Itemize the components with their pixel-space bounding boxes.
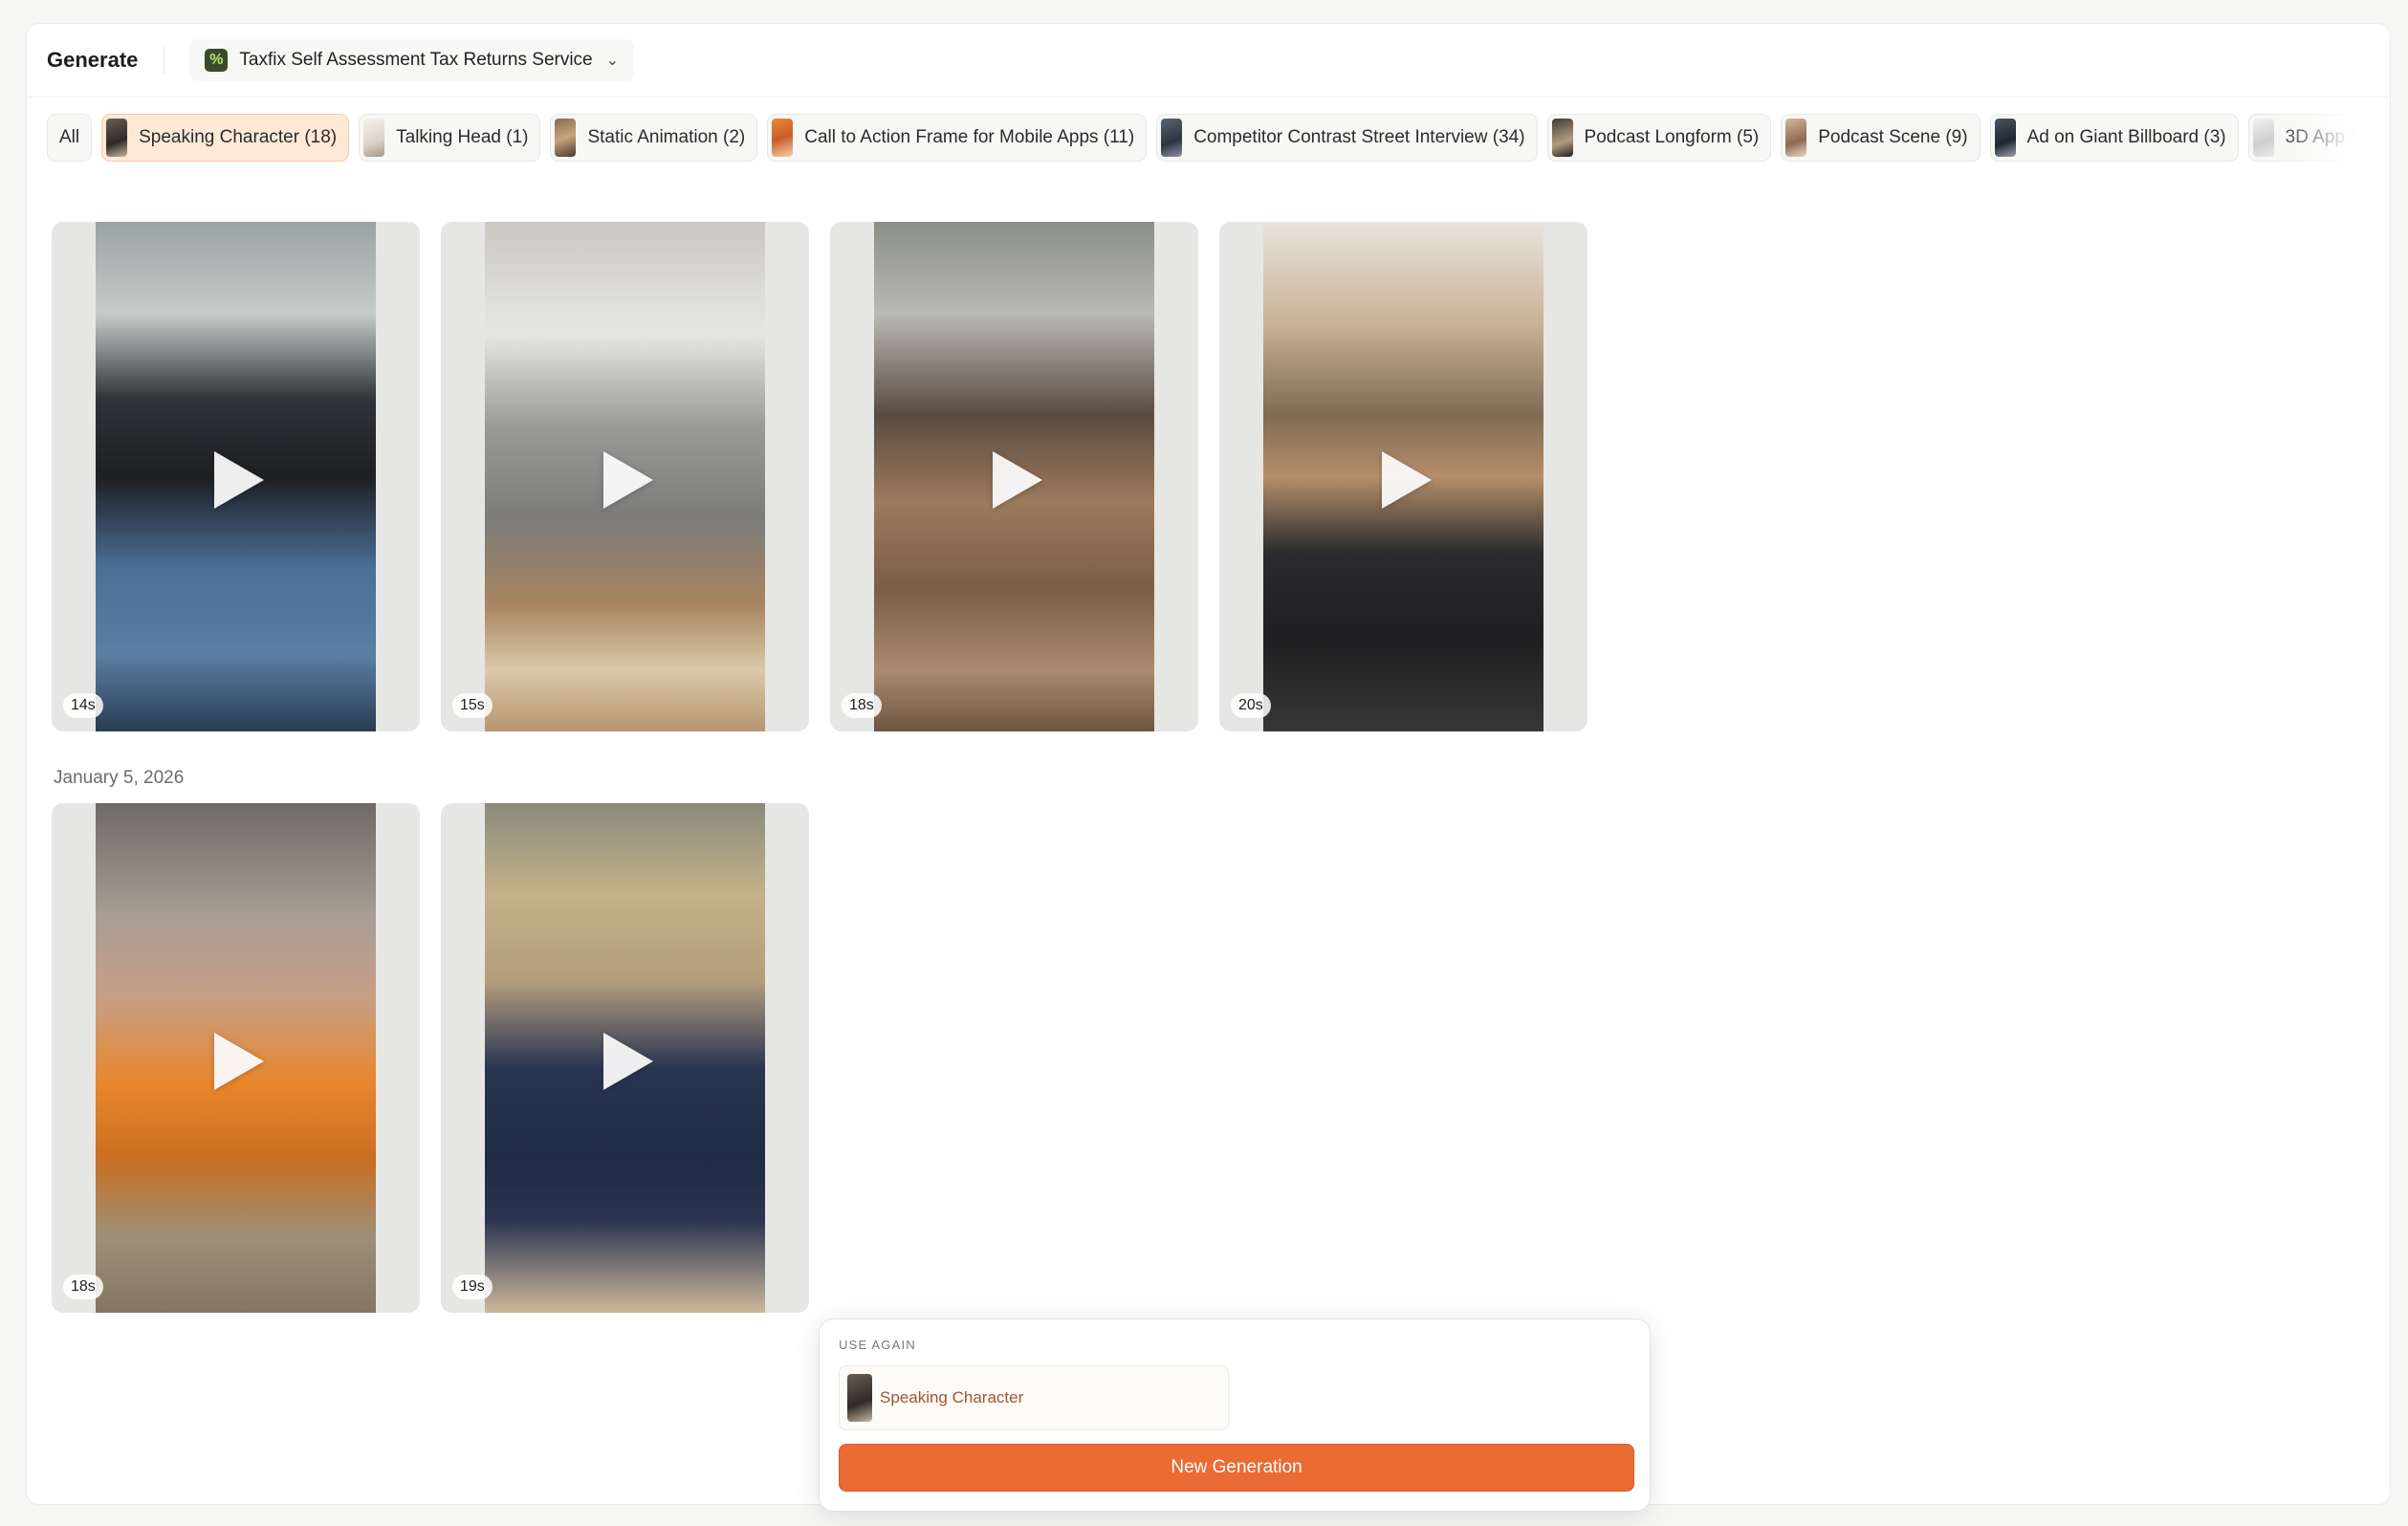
template-thumbnail [1785,119,1807,157]
duration-badge: 15s [452,693,493,718]
project-name: Taxfix Self Assessment Tax Returns Servi… [239,50,593,70]
new-generation-button[interactable]: New Generation [839,1444,1634,1492]
template-thumbnail [363,119,385,157]
filter-label: Call to Action Frame for Mobile Apps (11… [804,127,1135,147]
use-again-label: USE AGAIN [839,1338,916,1352]
template-thumbnail [847,1374,872,1422]
page-title: Generate [47,48,139,72]
template-thumbnail [1994,119,2016,157]
play-icon[interactable] [993,451,1042,509]
video-card[interactable]: 20s [1219,222,1587,731]
filter-label: Talking Head (1) [396,127,529,147]
chevron-down-icon: ⌄ [605,53,620,69]
duration-badge: 14s [63,693,103,718]
duration-badge: 20s [1231,693,1271,718]
filter-label: 3D App M [2285,127,2366,147]
filter-label: All [59,127,80,147]
template-thumbnail [772,119,794,157]
play-icon[interactable] [1382,451,1432,509]
header-divider [27,97,2390,98]
filter-chip-3d-app[interactable]: 3D App M [2247,114,2378,162]
template-filter-bar: All Speaking Character (18) Talking Head… [47,113,2380,163]
duration-badge: 18s [842,693,882,718]
use-again-popover: USE AGAIN Speaking Character New Generat… [820,1319,1650,1511]
filter-label: Competitor Contrast Street Interview (34… [1193,127,1525,147]
filter-chip-call-to-action[interactable]: Call to Action Frame for Mobile Apps (11… [767,114,1148,162]
play-icon[interactable] [214,451,264,509]
project-selector[interactable]: % Taxfix Self Assessment Tax Returns Ser… [189,39,635,81]
use-again-template[interactable]: Speaking Character [839,1365,1229,1430]
template-thumbnail [1161,119,1183,157]
filter-chip-competitor-contrast[interactable]: Competitor Contrast Street Interview (34… [1156,114,1538,162]
top-bar: Generate % Taxfix Self Assessment Tax Re… [27,24,2390,97]
filter-label: Podcast Longform (5) [1584,127,1760,147]
video-card[interactable]: 15s [441,222,809,731]
filter-chip-talking-head[interactable]: Talking Head (1) [359,114,541,162]
play-icon[interactable] [214,1033,264,1090]
use-again-template-name: Speaking Character [880,1388,1024,1406]
filter-chip-all[interactable]: All [47,114,93,162]
video-card[interactable]: 18s [52,803,420,1313]
duration-badge: 18s [63,1275,103,1299]
date-group-label: January 5, 2026 [54,768,185,788]
filter-chip-speaking-character[interactable]: Speaking Character (18) [101,114,350,162]
filter-chip-podcast-longform[interactable]: Podcast Longform (5) [1546,114,1772,162]
duration-badge: 19s [452,1275,493,1299]
template-thumbnail [106,119,128,157]
filter-label: Ad on Giant Billboard (3) [2026,127,2226,147]
main-panel: Generate % Taxfix Self Assessment Tax Re… [26,23,2391,1511]
percent-icon: % [205,49,229,72]
play-icon[interactable] [603,451,653,509]
video-gallery: 14s 15s 18s 20s January 5, 2026 18s 19s [47,186,1646,1324]
filter-chip-static-animation[interactable]: Static Animation (2) [550,114,758,162]
template-thumbnail [1551,119,1573,157]
video-card[interactable]: 18s [830,222,1198,731]
play-icon[interactable] [603,1033,653,1090]
template-thumbnail [2252,119,2274,157]
filter-label: Podcast Scene (9) [1818,127,1968,147]
video-card[interactable]: 14s [52,222,420,731]
filter-chip-podcast-scene[interactable]: Podcast Scene (9) [1781,114,1981,162]
filter-chip-giant-billboard[interactable]: Ad on Giant Billboard (3) [1989,114,2239,162]
template-thumbnail [555,119,577,157]
video-card[interactable]: 19s [441,803,809,1313]
filter-label: Static Animation (2) [587,127,746,147]
filter-label: Speaking Character (18) [139,127,338,147]
